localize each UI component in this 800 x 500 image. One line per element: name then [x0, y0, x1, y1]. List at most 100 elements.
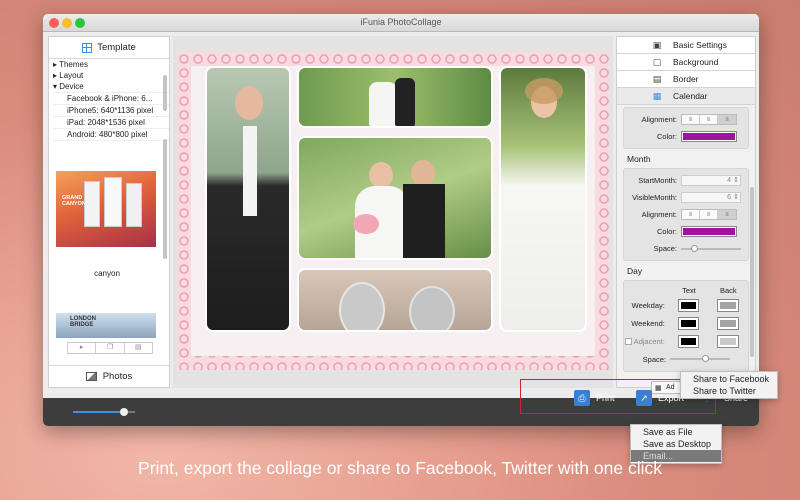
align-right-icon[interactable]: ≡: [718, 210, 736, 219]
collage-photo-couple-center[interactable]: [297, 136, 493, 260]
device-item[interactable]: Android: 480*800 pixel: [53, 129, 169, 141]
weekend-text-color[interactable]: [677, 316, 700, 330]
weekday-label: Weekday:: [631, 300, 665, 310]
zoom-slider-knob[interactable]: [119, 408, 128, 416]
align-left-icon[interactable]: ≡: [682, 210, 700, 219]
collage-photo-couple-top[interactable]: [297, 66, 493, 128]
briefcase-icon: ▣: [652, 39, 662, 50]
color-label: Color:: [656, 227, 677, 236]
photos-label: Photos: [102, 371, 133, 382]
minimize-window-button[interactable]: [62, 18, 72, 28]
alignment-label: Alignment:: [641, 115, 677, 124]
thumbnail-canyon[interactable]: GRAND CANYON: [56, 171, 156, 247]
export-menu-item[interactable]: Save as Desktop: [631, 438, 721, 450]
tab-border[interactable]: ▤ Border: [617, 71, 755, 88]
collage-canvas[interactable]: [177, 52, 609, 370]
tab-label: Background: [673, 57, 719, 67]
visible-month-label: VisibleMonth:: [632, 193, 677, 202]
alignment-control[interactable]: ≡ ≡ ≡: [681, 209, 737, 220]
disclosure-right-icon: ▸: [53, 60, 58, 69]
month-group: StartMonth: 4 VisibleMonth: 6 Alignment:…: [623, 168, 749, 261]
template-icon: [82, 42, 93, 53]
tab-background[interactable]: ▢ Background: [617, 54, 755, 71]
color-label: Color:: [656, 132, 677, 141]
thumbnail-london[interactable]: LONDON BRIDGE: [56, 313, 156, 338]
space-label: Space:: [642, 354, 666, 364]
slider-knob[interactable]: [691, 244, 698, 252]
settings-scrollbar[interactable]: [750, 187, 754, 357]
template-label: Template: [97, 42, 136, 53]
swatch-fill: [683, 133, 735, 140]
tab-calendar[interactable]: ▦ Calendar: [617, 88, 755, 105]
device-item[interactable]: iPhone5: 640*1136 pixel: [53, 105, 169, 117]
calendar-icon: ▦: [652, 90, 662, 101]
thumbnail-label: canyon: [94, 269, 120, 278]
swatch-fill: [683, 228, 735, 235]
visible-month-stepper[interactable]: 6: [681, 192, 741, 203]
tab-label: Border: [673, 74, 699, 84]
thumbnail-toolbar: ▸ ❐ ▤: [67, 342, 153, 354]
photos-header[interactable]: Photos: [49, 365, 169, 387]
day-title: Day: [627, 266, 643, 276]
disclosure-right-icon: ▸: [53, 71, 58, 80]
align-left-icon[interactable]: ≡: [682, 115, 700, 124]
align-center-icon[interactable]: ≡: [700, 115, 718, 124]
adjacent-back-color[interactable]: [717, 334, 739, 348]
space-label: Space:: [653, 244, 677, 253]
printer-icon: ⎙: [574, 390, 590, 406]
maximize-window-button[interactable]: [75, 18, 85, 28]
thumbnail-scrollbar[interactable]: [163, 139, 167, 259]
device-item[interactable]: Facebook & iPhone: 6...: [53, 93, 169, 105]
share-menu: Share to Facebook Share to Twitter: [680, 371, 778, 399]
template-tree: ▸ Themes ▸ Layout ▾ Device Facebook & iP…: [49, 59, 169, 141]
weekday-back-color[interactable]: [717, 298, 739, 312]
back-column-header: Back: [719, 285, 737, 295]
share-menu-item[interactable]: Share to Twitter: [681, 385, 777, 397]
color-swatch[interactable]: [681, 131, 737, 142]
adjacent-label: Adjacent:: [633, 336, 665, 346]
tab-basic-settings[interactable]: ▣ Basic Settings: [617, 37, 755, 54]
share-menu-item[interactable]: Share to Facebook: [681, 373, 777, 385]
tree-item-device[interactable]: ▾ Device: [53, 81, 169, 93]
zoom-slider-fill: [73, 411, 124, 413]
weekend-back-color[interactable]: [717, 316, 739, 330]
play-icon[interactable]: ▸: [68, 343, 97, 353]
device-item[interactable]: iPad: 2048*1536 pixel: [53, 117, 169, 129]
close-window-button[interactable]: [49, 18, 59, 28]
settings-panel: ▣ Basic Settings ▢ Background ▤ Border ▦…: [616, 36, 756, 394]
collage-photo-groom[interactable]: [205, 66, 291, 332]
export-button[interactable]: ↗ Export: [636, 386, 684, 410]
window-title: iFunia PhotoCollage: [360, 17, 442, 27]
month-title: Month: [627, 154, 651, 164]
promo-caption: Print, export the collage or share to Fa…: [138, 458, 662, 478]
adjacent-checkbox[interactable]: [624, 338, 632, 346]
thumbnail-title: LONDON BRIDGE: [70, 316, 96, 328]
slider-knob[interactable]: [702, 355, 709, 362]
tree-item-layout[interactable]: ▸ Layout: [53, 70, 169, 81]
start-month-stepper[interactable]: 4: [681, 175, 741, 186]
alignment-label: Alignment:: [641, 210, 677, 219]
delete-icon[interactable]: ▤: [125, 343, 152, 353]
day-space-slider[interactable]: [670, 355, 730, 362]
color-swatch[interactable]: [681, 226, 737, 237]
tab-label: Basic Settings: [673, 40, 727, 50]
print-button[interactable]: ⎙ Print: [574, 386, 615, 410]
align-center-icon[interactable]: ≡: [700, 210, 718, 219]
weekday-text-color[interactable]: [677, 298, 700, 312]
text-column-header: Text: [682, 285, 696, 295]
zoom-slider[interactable]: [73, 408, 135, 416]
year-group: Alignment: ≡ ≡ ≡ Color:: [623, 107, 749, 149]
tree-scrollbar[interactable]: [163, 75, 167, 111]
copy-icon[interactable]: ❐: [96, 343, 125, 353]
month-space-slider[interactable]: [681, 244, 741, 252]
template-header[interactable]: Template: [49, 37, 169, 59]
adjacent-text-color[interactable]: [677, 334, 700, 348]
collage-photo-bride[interactable]: [499, 66, 587, 332]
alignment-control[interactable]: ≡ ≡ ≡: [681, 114, 737, 125]
collage-photo-spoons[interactable]: [297, 268, 493, 332]
align-right-icon[interactable]: ≡: [718, 115, 736, 124]
export-menu-item[interactable]: Save as File: [631, 426, 721, 438]
photos-icon: [85, 372, 97, 381]
tree-item-themes[interactable]: ▸ Themes: [53, 59, 169, 70]
title-bar: iFunia PhotoCollage: [43, 14, 759, 32]
